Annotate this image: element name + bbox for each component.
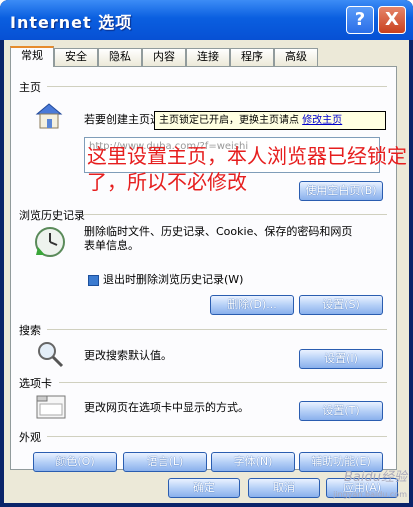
tab-general[interactable]: 常规 <box>10 46 54 67</box>
window-title: Internet 选项 <box>10 13 133 32</box>
close-button[interactable]: X <box>378 6 406 34</box>
history-description-line1: 删除临时文件、历史记录、Cookie、保存的密码和网页 <box>84 225 353 238</box>
fonts-button[interactable]: 字体(N) <box>211 452 295 472</box>
appearance-section-label: 外观 <box>19 431 41 444</box>
help-button[interactable]: ? <box>346 6 374 34</box>
home-lock-tooltip: 主页锁定已开启，更换主页请点 修改主页 <box>154 111 386 130</box>
history-clock-icon <box>33 225 67 259</box>
search-description: 更改搜索默认值。 <box>84 349 172 362</box>
tab-security[interactable]: 安全 <box>54 48 98 66</box>
search-settings-button[interactable]: 设置(I) <box>299 349 383 369</box>
history-description-line2: 表单信息。 <box>84 239 139 252</box>
delete-on-exit-checkbox[interactable] <box>88 275 99 286</box>
separator <box>47 86 387 87</box>
tabs-section-label: 选项卡 <box>19 377 52 390</box>
search-section-label: 搜索 <box>19 324 41 337</box>
tooltip-text: 主页锁定已开启，更换主页请点 <box>159 115 303 126</box>
tabs-description: 更改网页在选项卡中显示的方式。 <box>84 401 249 414</box>
tab-connections[interactable]: 连接 <box>186 48 230 66</box>
separator <box>59 382 387 383</box>
separator <box>83 214 387 215</box>
annotation-note: 这里设置主页，本人浏览器已经锁定了，所以不必修改 <box>87 144 407 194</box>
tab-programs[interactable]: 程序 <box>230 48 274 66</box>
dialog-body: 常规 安全 隐私 内容 连接 程序 高级 主页 若要创建主页选项卡，请在各地址行… <box>4 40 409 503</box>
history-section-label: 浏览历史记录 <box>19 209 85 222</box>
house-icon <box>33 101 65 131</box>
general-panel: 主页 若要创建主页选项卡，请在各地址行键入地址(R)。 http://www.d… <box>10 66 397 472</box>
internet-options-window: Internet 选项 ? X 常规 安全 隐私 内容 连接 程序 高级 主页 … <box>0 0 413 507</box>
tabs-settings-button[interactable]: 设置(T) <box>299 401 383 421</box>
delete-on-exit-label: 退出时删除浏览历史记录(W) <box>103 273 244 286</box>
watermark-url: jingyan.baidu.com <box>333 490 407 499</box>
change-homepage-link[interactable]: 修改主页 <box>302 115 342 126</box>
ok-button[interactable]: 确定 <box>168 478 240 498</box>
colors-button[interactable]: 颜色(O) <box>33 452 117 472</box>
tabbed-window-icon <box>35 390 67 420</box>
history-settings-button[interactable]: 设置(S) <box>299 295 383 315</box>
separator <box>47 436 387 437</box>
languages-button[interactable]: 语言(L) <box>123 452 207 472</box>
tab-privacy[interactable]: 隐私 <box>98 48 142 66</box>
delete-history-button[interactable]: 删除(D)... <box>210 295 294 315</box>
cancel-button[interactable]: 取消 <box>248 478 320 498</box>
watermark-logo: Baidu经验 <box>344 470 407 485</box>
separator <box>47 329 387 330</box>
magnifier-icon <box>35 339 65 369</box>
home-section-label: 主页 <box>19 81 41 94</box>
tab-content[interactable]: 内容 <box>142 48 186 66</box>
tab-advanced[interactable]: 高级 <box>274 48 318 66</box>
title-bar[interactable]: Internet 选项 ? X <box>0 0 413 40</box>
